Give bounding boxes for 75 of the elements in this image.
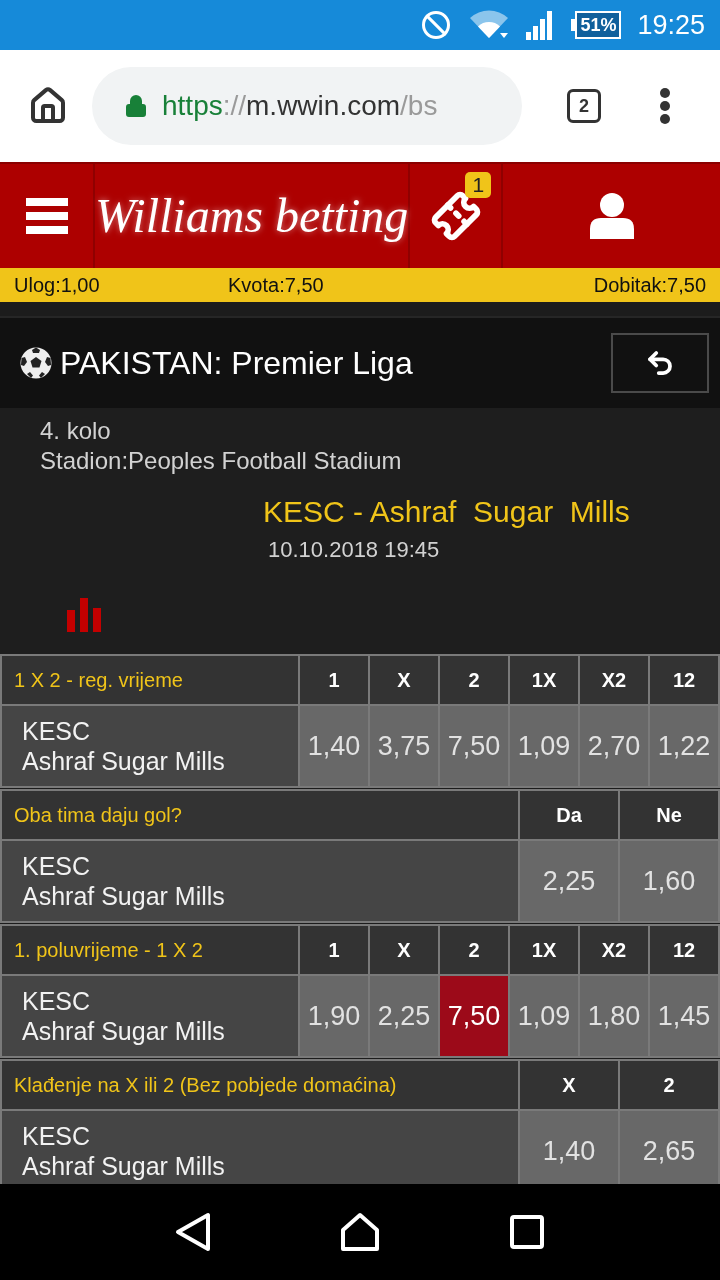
lock-icon — [124, 93, 148, 119]
odds-button[interactable]: 1,80 — [580, 976, 648, 1056]
team-name: Ashraf Sugar Mills — [22, 1016, 225, 1046]
odds-button[interactable]: 2,70 — [580, 706, 648, 786]
odds-button[interactable]: 1,40 — [520, 1111, 618, 1184]
market-title: 1. poluvrijeme - 1 X 2 — [2, 926, 298, 974]
stake-label: Ulog:1,00 — [14, 273, 100, 298]
odds-button[interactable]: 1,40 — [300, 706, 368, 786]
team-name: Ashraf Sugar Mills — [22, 1151, 225, 1181]
market-title: Klađenje na X ili 2 (Bez pobjede domaćina) — [2, 1061, 518, 1109]
column-header: 2 — [440, 926, 508, 974]
back-button[interactable] — [611, 333, 709, 393]
odds-button[interactable]: 1,09 — [510, 706, 578, 786]
team-name: Ashraf Sugar Mills — [22, 881, 225, 911]
odds-button[interactable]: 1,09 — [510, 976, 578, 1056]
column-header: X — [370, 926, 438, 974]
column-header: X2 — [580, 656, 648, 704]
column-header: 12 — [650, 656, 718, 704]
square-icon — [510, 1215, 545, 1249]
team-name: Ashraf Sugar Mills — [22, 746, 225, 776]
odds-button[interactable]: 3,75 — [370, 706, 438, 786]
odds-button[interactable]: 2,65 — [620, 1111, 718, 1184]
column-header: X2 — [580, 926, 648, 974]
bet-slip-count-badge: 1 — [465, 172, 492, 198]
odds-button[interactable]: 1,60 — [620, 841, 718, 921]
column-header: 1 — [300, 926, 368, 974]
url-text: https://m.wwin.com/bs — [162, 89, 438, 123]
odds-label: Kvota:7,50 — [228, 273, 324, 298]
site-logo[interactable]: Williams betting — [95, 180, 409, 252]
odds-button[interactable]: 7,50 — [440, 976, 508, 1056]
column-header: 12 — [650, 926, 718, 974]
tab-switcher-button[interactable]: 2 — [567, 89, 601, 123]
market-title: 1 X 2 - reg. vrijeme — [2, 656, 298, 704]
odds-button[interactable]: 7,50 — [440, 706, 508, 786]
column-header: 2 — [440, 656, 508, 704]
home-icon — [28, 86, 68, 126]
team-name: KESC — [22, 1121, 91, 1151]
team-name: KESC — [22, 851, 91, 881]
return-arrow-icon — [645, 348, 675, 378]
odds-button[interactable]: 2,25 — [520, 841, 618, 921]
url-field[interactable]: https://m.wwin.com/bs — [92, 67, 522, 145]
payout-label: Dobitak:7,50 — [593, 273, 706, 298]
do-not-disturb-icon — [421, 10, 452, 40]
column-header: Da — [520, 791, 618, 839]
league-title: PAKISTAN: Premier Liga — [60, 344, 413, 383]
home-outline-icon — [340, 1212, 380, 1252]
more-options-icon — [660, 88, 670, 124]
odds-button[interactable]: 1,45 — [650, 976, 718, 1056]
back-triangle-icon — [174, 1212, 211, 1252]
column-header: X — [520, 1061, 618, 1109]
team-name: KESC — [22, 986, 91, 1016]
match-datetime: 10.10.2018 19:45 — [268, 536, 440, 564]
match-title[interactable]: KESC - Ashraf Sugar Mills — [263, 494, 630, 530]
clock-time: 19:25 — [637, 8, 705, 42]
column-header: 1X — [510, 656, 578, 704]
market-title: Oba tima daju gol? — [2, 791, 518, 839]
column-header: Ne — [620, 791, 718, 839]
statistics-icon[interactable] — [67, 598, 101, 632]
odds-button[interactable]: 2,25 — [370, 976, 438, 1056]
soccer-ball-icon — [20, 347, 52, 379]
column-header: 2 — [620, 1061, 718, 1109]
user-icon — [589, 193, 634, 239]
venue-label: Stadion:Peoples Football Stadium — [40, 446, 402, 476]
battery-indicator: 51% — [571, 11, 622, 39]
column-header: 1 — [300, 656, 368, 704]
wifi-icon — [469, 10, 510, 40]
home-nav-button[interactable] — [338, 1210, 382, 1254]
home-button[interactable] — [28, 86, 68, 126]
column-header: X — [370, 656, 438, 704]
team-name: KESC — [22, 716, 91, 746]
menu-icon — [25, 198, 68, 234]
column-header: 1X — [510, 926, 578, 974]
round-label: 4. kolo — [40, 416, 111, 446]
odds-button[interactable]: 1,90 — [300, 976, 368, 1056]
odds-button[interactable]: 1,22 — [650, 706, 718, 786]
